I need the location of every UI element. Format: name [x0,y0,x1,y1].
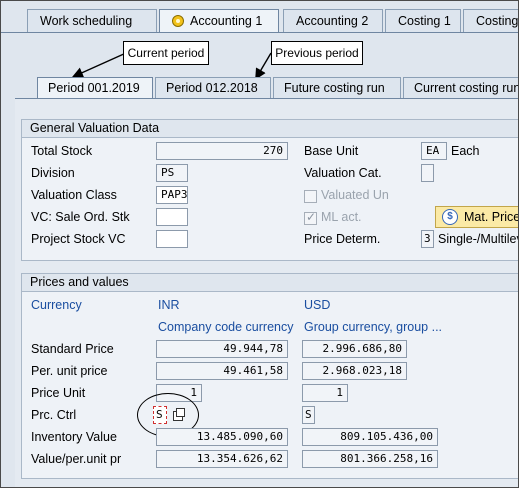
price-unit-label: Price Unit [31,386,86,400]
previous-period-arrow [255,52,272,80]
period-tab-strip: Period 001.2019 Period 012.2018 Future c… [1,77,519,99]
valuation-cat-field [421,164,434,182]
vc-sale-ord-stk-field[interactable] [156,208,188,226]
valuated-un-label: Valuated Un [321,188,389,202]
valuation-class-label: Valuation Class [31,188,117,202]
tab-label: Current costing run [414,81,519,95]
prc-ctrl-field-2: S [302,406,315,424]
valuated-un-checkbox [304,190,317,203]
mat-price-button[interactable]: $ Mat. Price [435,206,519,228]
tab-period-previous[interactable]: Period 012.2018 [155,77,271,99]
division-label: Division [31,166,75,180]
currency-1: INR [158,298,180,312]
inventory-value-field-1: 13.485.090,60 [156,428,288,446]
mat-price-label: Mat. Price [464,210,519,224]
currency-1-description: Company code currency [158,320,294,334]
value-per-unit-field-1: 13.354.626,62 [156,450,288,468]
dollar-icon: $ [442,209,458,225]
project-stock-vc-field[interactable] [156,230,188,248]
price-determ-field: 3 [421,230,434,248]
standard-price-label: Standard Price [31,342,114,356]
tab-current-costing-run[interactable]: Current costing run [403,77,519,99]
price-determ-label: Price Determ. [304,232,381,246]
project-stock-vc-label: Project Stock VC [31,232,126,246]
inventory-value-field-2: 809.105.436,00 [302,428,438,446]
total-stock-label: Total Stock [31,144,93,158]
price-determ-text: Single-/Multilevel [438,232,518,246]
standard-price-field-2: 2.996.686,80 [302,340,407,358]
per-unit-price-field-1: 49.461,58 [156,362,288,380]
division-field: PS [156,164,188,182]
base-unit-label: Base Unit [304,144,359,158]
base-unit-text: Each [451,144,480,158]
value-per-unit-field-2: 801.366.258,16 [302,450,438,468]
total-stock-field: 270 [156,142,288,160]
ml-act-label: ML act. [321,210,362,224]
valuation-class-field[interactable]: PAP3 [156,186,188,204]
sap-material-master-window: Work scheduling Accounting 1 Accounting … [0,0,519,488]
currency-label: Currency [31,298,82,312]
callout-current-period: Current period [123,41,209,65]
price-unit-field-2: 1 [302,384,348,402]
prc-ctrl-label: Prc. Ctrl [31,408,77,422]
base-unit-field: EA [421,142,447,160]
tab-label: Period 012.2018 [166,81,258,95]
group-title: Prices and values [22,274,518,292]
callout-previous-period: Previous period [271,41,363,65]
tab-label: Future costing run [284,81,385,95]
group-title: General Valuation Data [22,120,518,138]
per-unit-price-label: Per. unit price [31,364,108,378]
currency-2-description: Group currency, group ... [304,320,443,334]
value-per-unit-label: Value/per.unit pr [31,452,122,466]
standard-price-field-1: 49.944,78 [156,340,288,358]
vc-sale-ord-stk-label: VC: Sale Ord. Stk [31,210,130,224]
per-unit-price-field-2: 2.968.023,18 [302,362,407,380]
tab-period-current[interactable]: Period 001.2019 [37,77,153,99]
inventory-value-label: Inventory Value [31,430,117,444]
tab-future-costing-run[interactable]: Future costing run [273,77,401,99]
ml-act-checkbox [304,210,317,225]
current-period-arrow [71,52,127,78]
currency-2: USD [304,298,331,312]
tab-label: Period 001.2019 [48,81,140,95]
valuation-cat-label: Valuation Cat. [304,166,382,180]
